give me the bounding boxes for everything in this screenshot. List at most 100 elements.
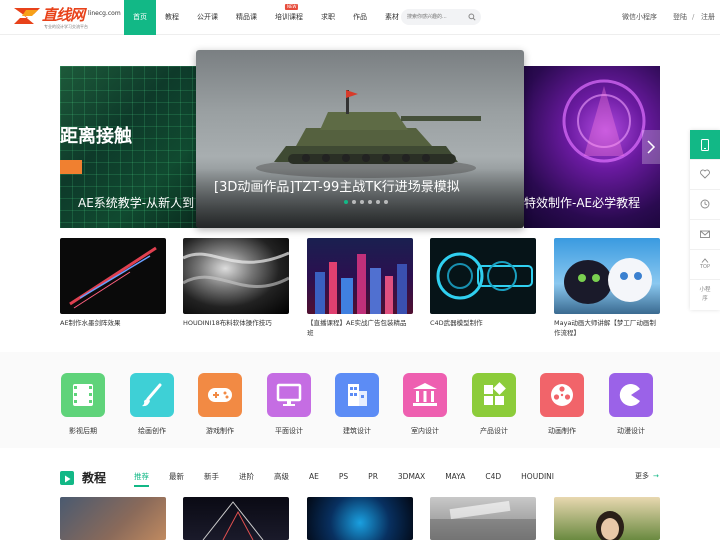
tutorial-thumb-art: [596, 511, 624, 540]
course-card[interactable]: C4D武器模型制作: [430, 238, 536, 328]
slide-prev-tag: [60, 160, 82, 174]
course-card-image: [60, 238, 166, 314]
brush-icon: [130, 373, 174, 417]
nav-training-course[interactable]: 培训课程 NEW: [266, 0, 312, 35]
blocks-icon: [472, 373, 516, 417]
category-label: 动漫设计: [617, 427, 645, 435]
message-button[interactable]: [690, 220, 720, 250]
category-label: 平面设计: [275, 427, 303, 435]
carousel-slide-prev[interactable]: 距离接触 AE系统教学-从新人到: [60, 66, 200, 228]
cloth-fold-image: [183, 251, 289, 289]
nav-works[interactable]: 作品: [344, 0, 376, 35]
course-card-image: [183, 238, 289, 314]
tab-ae[interactable]: AE: [309, 471, 319, 487]
category-interior[interactable]: 室内设计: [395, 373, 455, 436]
tutorial-thumb[interactable]: [554, 497, 660, 540]
tab-advanced[interactable]: 进阶: [239, 471, 254, 487]
mini-program-label: 小程序: [699, 287, 711, 302]
course-card-title: 【直播课程】AE实战广告包装精品班: [307, 319, 407, 337]
logo-text: 直线网: [42, 6, 85, 24]
tab-houdini[interactable]: HOUDINI: [521, 471, 554, 487]
slide-prev-headline: 距离接触: [60, 126, 132, 147]
login-separator: /: [692, 13, 695, 21]
category-anime[interactable]: 动漫设计: [601, 373, 661, 436]
more-label: 更多: [635, 472, 649, 480]
carousel-dot[interactable]: [384, 200, 388, 204]
phone-icon: [701, 139, 709, 151]
course-card[interactable]: Maya动画大师讲解【梦工厂动画制作流程】: [554, 238, 660, 338]
nav-tutorials[interactable]: 教程: [156, 0, 188, 35]
category-architecture[interactable]: 建筑设计: [327, 373, 387, 436]
login-link[interactable]: 登陆: [673, 0, 687, 35]
heart-icon: [700, 169, 710, 179]
site-header: 直线网 linecg.com 专业的设计学习交流平台 首页 教程 公开课 精品课…: [0, 0, 720, 35]
slide-next-caption: 特效制作-AE必学教程: [524, 196, 641, 210]
course-card[interactable]: HOUDINI18布料软体操作技巧: [183, 238, 289, 328]
dragon-poster-image: [564, 258, 652, 304]
nav-home[interactable]: 首页: [124, 0, 156, 35]
side-toolbar: TOP 小程序: [690, 130, 720, 310]
mini-program-button[interactable]: 小程序: [690, 280, 720, 310]
tab-recommended[interactable]: 推荐: [134, 471, 149, 487]
mobile-app-button[interactable]: [690, 130, 720, 160]
tutorial-thumb[interactable]: [60, 497, 166, 540]
carousel-dot[interactable]: [376, 200, 380, 204]
course-card[interactable]: AE制作水墨剑阵效果: [60, 238, 166, 328]
site-logo[interactable]: 直线网 linecg.com 专业的设计学习交流平台: [12, 4, 122, 32]
search-icon[interactable]: [468, 13, 476, 21]
tab-c4d[interactable]: C4D: [485, 471, 501, 487]
carousel-dot[interactable]: [352, 200, 356, 204]
category-animation[interactable]: 动画制作: [532, 373, 592, 436]
nav-premium-course[interactable]: 精品课: [227, 0, 266, 35]
category-game[interactable]: 游戏制作: [190, 373, 250, 436]
register-link[interactable]: 注册: [701, 0, 715, 35]
carousel-dot[interactable]: [344, 200, 348, 204]
carousel-dot[interactable]: [360, 200, 364, 204]
course-card-title: C4D武器模型制作: [430, 319, 483, 327]
tab-3dmax[interactable]: 3DMAX: [398, 471, 425, 487]
gamepad-icon: [198, 373, 242, 417]
tutorial-thumb[interactable]: [183, 497, 289, 540]
category-film[interactable]: 影视后期: [53, 373, 113, 436]
carousel-dot[interactable]: [368, 200, 372, 204]
search-input[interactable]: [407, 12, 467, 22]
carousel-slide-active[interactable]: [3D动画作品]TZT-99主战TK行进场景模拟: [196, 50, 524, 228]
category-label: 动画制作: [548, 427, 576, 435]
tutorial-thumb[interactable]: [307, 497, 413, 540]
section-title: 教程: [82, 471, 107, 485]
category-painting[interactable]: 绘画创作: [122, 373, 182, 436]
tab-pr[interactable]: PR: [368, 471, 378, 487]
search-box: [401, 9, 481, 25]
columns-icon: [403, 373, 447, 417]
mech-weapon-image: [436, 252, 533, 300]
tab-latest[interactable]: 最新: [169, 471, 184, 487]
slide-prev-caption: AE系统教学-从新人到: [78, 196, 195, 210]
history-button[interactable]: [690, 190, 720, 220]
tab-ps[interactable]: PS: [339, 471, 348, 487]
mini-program-link[interactable]: 微信小程序: [622, 0, 657, 35]
category-label: 游戏制作: [206, 427, 234, 435]
tutorial-tabs: 推荐 最新 新手 进阶 高级 AE PS PR 3DMAX MAYA C4D H…: [134, 471, 574, 487]
favorites-button[interactable]: [690, 160, 720, 190]
more-link[interactable]: 更多 →: [635, 471, 659, 481]
clock-icon: [700, 199, 710, 209]
nav-jobs[interactable]: 求职: [312, 0, 344, 35]
monitor-icon: [267, 373, 311, 417]
category-label: 影视后期: [69, 427, 97, 435]
tab-beginner[interactable]: 新手: [204, 471, 219, 487]
tab-expert[interactable]: 高级: [274, 471, 289, 487]
film-icon: [61, 373, 105, 417]
section-header-tutorials: 教程: [60, 469, 106, 486]
carousel-next-button[interactable]: [642, 130, 660, 164]
carousel-slide-next[interactable]: 特效制作-AE必学教程: [524, 66, 660, 228]
tutorial-thumb[interactable]: [430, 497, 536, 540]
tutorial-thumb-art: [430, 500, 536, 540]
category-graphic[interactable]: 平面设计: [259, 373, 319, 436]
slide-active-caption: [3D动画作品]TZT-99主战TK行进场景模拟: [214, 180, 460, 195]
course-card[interactable]: 【直播课程】AE实战广告包装精品班: [307, 238, 413, 338]
back-to-top-button[interactable]: TOP: [690, 250, 720, 280]
tab-maya[interactable]: MAYA: [445, 471, 465, 487]
nav-open-course[interactable]: 公开课: [188, 0, 227, 35]
category-product[interactable]: 产品设计: [464, 373, 524, 436]
city-night-image: [315, 254, 407, 314]
